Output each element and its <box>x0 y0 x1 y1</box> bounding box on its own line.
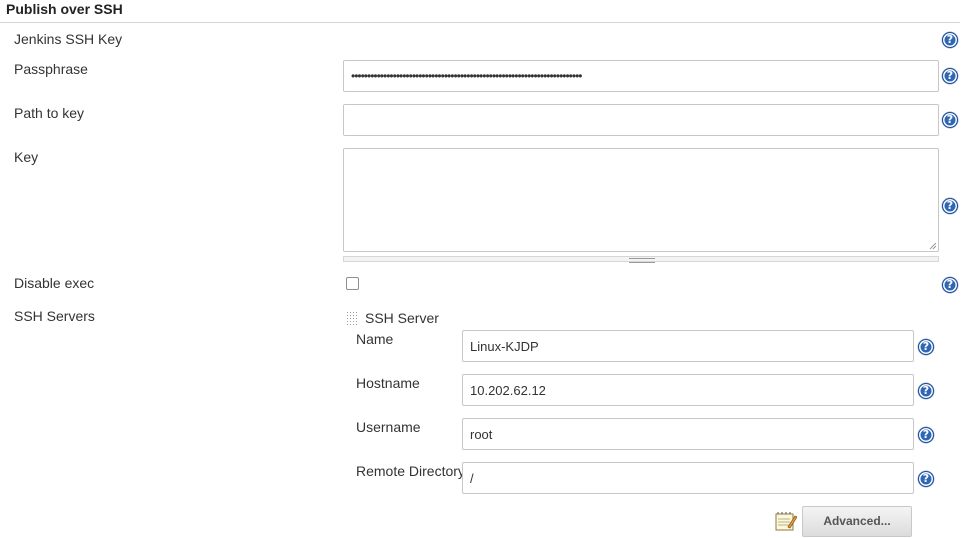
server-name-help-icon[interactable]: ? <box>918 339 934 355</box>
hostname-input[interactable] <box>462 374 914 406</box>
key-help-icon[interactable]: ? <box>942 198 958 214</box>
notepad-icon <box>775 512 797 531</box>
passphrase-label: Passphrase <box>14 61 88 77</box>
username-input[interactable] <box>462 418 914 450</box>
jenkins-ssh-key-label: Jenkins SSH Key <box>14 31 123 47</box>
advanced-button[interactable]: Advanced... <box>802 506 912 537</box>
drag-handle-icon[interactable] <box>346 311 357 326</box>
textarea-resize-corner-icon[interactable] <box>929 242 937 250</box>
section-title: Publish over SSH <box>6 1 123 17</box>
ssh-servers-label: SSH Servers <box>14 308 95 324</box>
path-to-key-label: Path to key <box>14 105 85 121</box>
remote-directory-label: Remote Directory <box>356 463 465 479</box>
key-textarea-resize-bar[interactable] <box>343 256 939 263</box>
username-label: Username <box>356 419 421 435</box>
section-divider <box>0 22 960 23</box>
jenkins-ssh-key-help-icon[interactable]: ? <box>942 32 958 48</box>
server-name-input[interactable] <box>462 330 914 362</box>
key-textarea[interactable] <box>343 148 939 252</box>
server-name-label: Name <box>356 331 394 347</box>
resize-grip-icon <box>629 258 655 263</box>
ssh-server-header: SSH Server <box>365 310 439 326</box>
path-to-key-help-icon[interactable]: ? <box>942 112 958 128</box>
disable-exec-checkbox[interactable] <box>346 277 359 290</box>
username-help-icon[interactable]: ? <box>918 427 934 443</box>
passphrase-input[interactable] <box>343 60 939 92</box>
remote-directory-input[interactable] <box>462 462 914 494</box>
key-label: Key <box>14 149 39 165</box>
hostname-help-icon[interactable]: ? <box>918 383 934 399</box>
disable-exec-help-icon[interactable]: ? <box>942 277 958 293</box>
hostname-label: Hostname <box>356 375 420 391</box>
passphrase-help-icon[interactable]: ? <box>942 68 958 84</box>
remote-directory-help-icon[interactable]: ? <box>918 471 934 487</box>
disable-exec-label: Disable exec <box>14 275 95 291</box>
path-to-key-input[interactable] <box>343 104 939 136</box>
